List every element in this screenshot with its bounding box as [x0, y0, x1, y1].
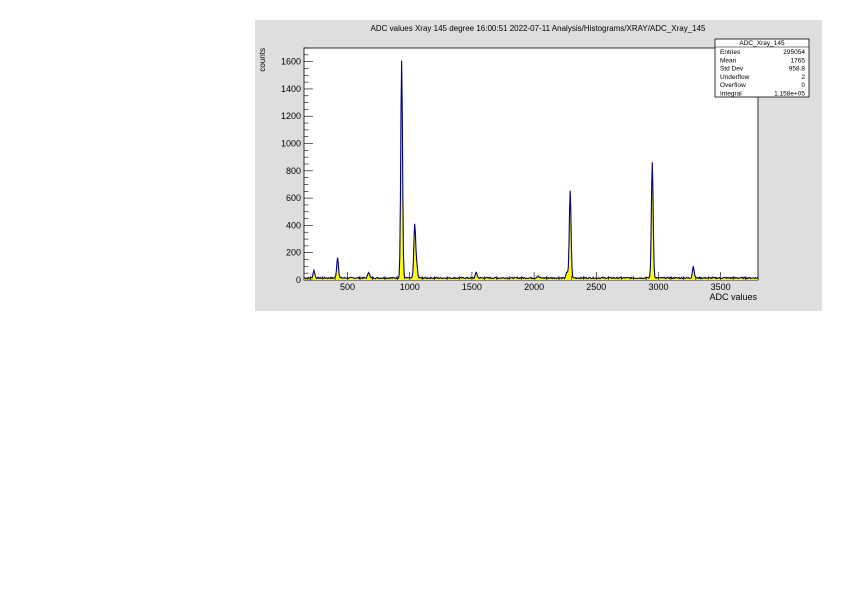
stats-box: ADC_Xray_145 Entries 295054 Mean 1765 Std De… [714, 38, 810, 98]
y-tick-label: 200 [286, 248, 301, 258]
x-tick-label: 3500 [711, 282, 731, 292]
canvas-pad: ADC values Xray 145 degree 16:00:51 2022… [255, 20, 822, 311]
stats-value: 958.8 [789, 66, 806, 73]
x-tick-label: 3000 [648, 282, 668, 292]
stats-label: Integral [720, 91, 742, 98]
x-tick-label: 1500 [462, 282, 482, 292]
stats-value: 2 [801, 74, 805, 81]
x-axis-label: ADC values [709, 292, 757, 302]
y-tick-label: 400 [286, 220, 301, 230]
stats-label: Std Dev [720, 66, 744, 73]
stats-value: 1765 [791, 57, 806, 64]
histogram-svg: ADC values Xray 145 degree 16:00:51 2022… [258, 24, 810, 302]
chart-title: ADC values Xray 145 degree 16:00:51 2022… [371, 24, 707, 33]
x-tick-label: 2500 [586, 282, 606, 292]
y-tick-label: 1600 [281, 57, 301, 67]
x-tick-label: 500 [340, 282, 355, 292]
y-axis-label: counts [258, 48, 267, 72]
y-tick-label: 0 [296, 275, 301, 285]
y-tick-label: 1000 [281, 139, 301, 149]
plot-frame [303, 47, 759, 281]
y-tick-label: 600 [286, 193, 301, 203]
stats-value: 1.158e+05 [774, 91, 805, 98]
y-tick-label: 1200 [281, 111, 301, 121]
x-tick-label: 1000 [400, 282, 420, 292]
y-tick-label: 1400 [281, 84, 301, 94]
x-tick-label: 2000 [524, 282, 544, 292]
stats-label: Entries [720, 49, 741, 56]
stats-label: Overflow [720, 82, 746, 89]
stats-value: 0 [801, 82, 805, 89]
stats-label: Underflow [720, 74, 750, 81]
y-tick-label: 800 [286, 166, 301, 176]
stats-label: Mean [720, 57, 737, 64]
stats-name: ADC_Xray_145 [739, 40, 785, 47]
stats-value: 295054 [783, 49, 805, 56]
